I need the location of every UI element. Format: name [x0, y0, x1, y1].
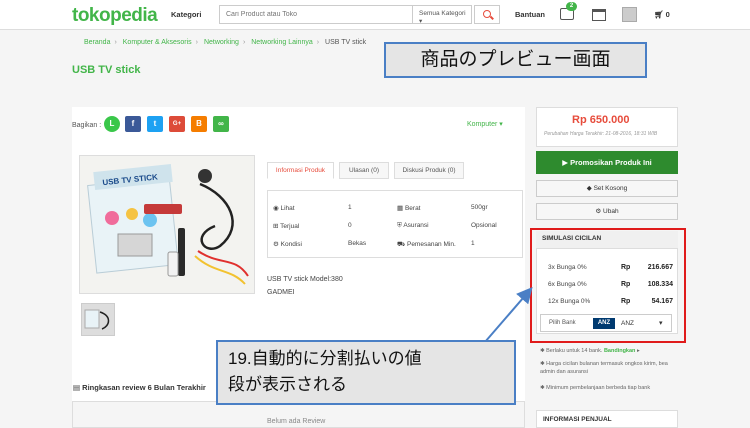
annotation-line: 段が表示される [228, 375, 347, 394]
annotation-line: 19.自動的に分割払いの値 [228, 349, 422, 368]
annotation-installment-callout: 19.自動的に分割払いの値 段が表示される [216, 340, 516, 405]
